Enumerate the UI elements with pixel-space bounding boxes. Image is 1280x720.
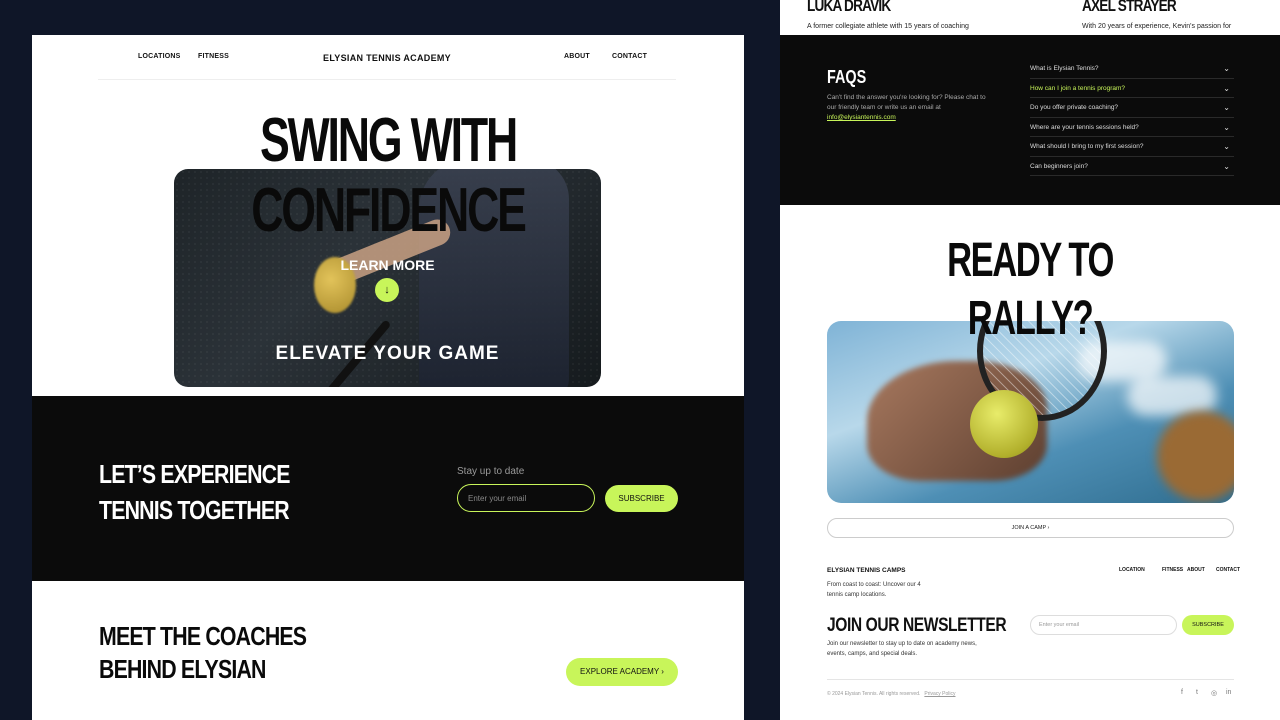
instagram-icon[interactable]: ◎ [1211,689,1217,697]
footer-link-location[interactable]: LOCATION [1119,567,1145,573]
coach-desc: A former collegiate athlete with 15 year… [807,23,969,30]
cta-title-line1: READY TO [947,234,1114,287]
learn-more-label[interactable]: LEARN MORE [174,257,601,273]
faq-list: What is Elysian Tennis? ⌄ How can I join … [1030,59,1234,176]
footer-link-fitness[interactable]: FITNESS [1162,567,1183,573]
newsletter-title: JOIN OUR NEWSLETTER [827,615,1007,636]
coach-name: LUKA DRAVIK [807,0,891,15]
left-page-preview: LOCATIONS FITNESS ELYSIAN TENNIS ACADEMY… [32,35,744,720]
faq-section: FAQS Can't find the answer you're lookin… [780,35,1280,205]
chevron-down-icon: ⌄ [1223,161,1230,171]
faq-title: FAQS [827,67,867,87]
newsletter-desc: Join our newsletter to stay up to date o… [827,641,977,657]
copyright: © 2024 Elysian Tennis. All rights reserv… [827,691,956,697]
nav-about[interactable]: ABOUT [564,53,590,60]
explore-academy-button[interactable]: EXPLORE ACADEMY › [566,658,678,686]
email-field[interactable]: Enter your email [457,484,595,512]
coach-name: AXEL STRAYER [1082,0,1177,15]
faq-item[interactable]: Do you offer private coaching? ⌄ [1030,98,1234,118]
arrow-down-icon[interactable]: ↓ [375,278,399,302]
subscribe-button[interactable]: SUBSCRIBE [605,485,678,512]
join-camp-button[interactable]: JOIN A CAMP › [827,518,1234,538]
coach-desc: With 20 years of experience, Kevin's pas… [1082,23,1232,30]
faq-item[interactable]: What should I bring to my first session?… [1030,137,1234,157]
linkedin-icon[interactable]: in [1226,689,1231,696]
rally-image [827,321,1234,503]
chevron-down-icon: ⌄ [1223,122,1230,132]
hero-tagline: ELEVATE YOUR GAME [275,343,500,364]
chevron-down-icon: ⌄ [1223,83,1230,93]
footer-link-contact[interactable]: CONTACT [1216,567,1240,573]
newsletter-subscribe-button[interactable]: SUBSCRIBE [1182,615,1234,635]
faq-item[interactable]: How can I join a tennis program? ⌄ [1030,79,1234,98]
nav-contact[interactable]: CONTACT [612,53,647,60]
chevron-down-icon: ⌄ [1223,142,1230,151]
band-heading: LET’S EXPERIENCE TENNIS TOGETHER [99,459,290,525]
footer-desc: From coast to coast: Uncover our 4 tenni… [827,582,921,598]
facebook-icon[interactable]: f [1181,689,1183,696]
faq-item[interactable]: Can beginners join? ⌄ [1030,157,1234,176]
stay-label: Stay up to date [457,466,525,477]
footer-link-about[interactable]: ABOUT [1187,567,1205,573]
top-nav: LOCATIONS FITNESS ELYSIAN TENNIS ACADEMY… [98,35,676,80]
faq-email-link[interactable]: info@elysiantennis.com [827,114,896,121]
privacy-link[interactable]: Privacy Policy [924,691,955,697]
faq-intro: Can't find the answer you're looking for… [827,94,986,121]
chevron-down-icon: ⌄ [1223,64,1230,73]
footer-divider [827,679,1234,680]
subscribe-band: LET’S EXPERIENCE TENNIS TOGETHER Stay up… [32,396,744,581]
right-page-preview: LUKA DRAVIK A former collegiate athlete … [780,0,1280,720]
footer-brand[interactable]: ELYSIAN TENNIS CAMPS [827,567,906,574]
twitter-icon[interactable]: t [1196,689,1198,696]
coaches-strip: LUKA DRAVIK A former collegiate athlete … [780,0,1280,35]
hero-title-line1: SWING WITH [259,106,518,175]
newsletter-email-field[interactable]: Enter your email [1030,615,1177,635]
hero-title-line2: CONFIDENCE [251,176,527,245]
faq-item[interactable]: Where are your tennis sessions held? ⌄ [1030,118,1234,137]
faq-item[interactable]: What is Elysian Tennis? ⌄ [1030,59,1234,79]
cta-title-line2: RALLY? [967,292,1094,345]
chevron-down-icon: ⌄ [1223,103,1230,112]
coaches-heading: MEET THE COACHES BEHIND ELYSIAN [99,621,307,684]
